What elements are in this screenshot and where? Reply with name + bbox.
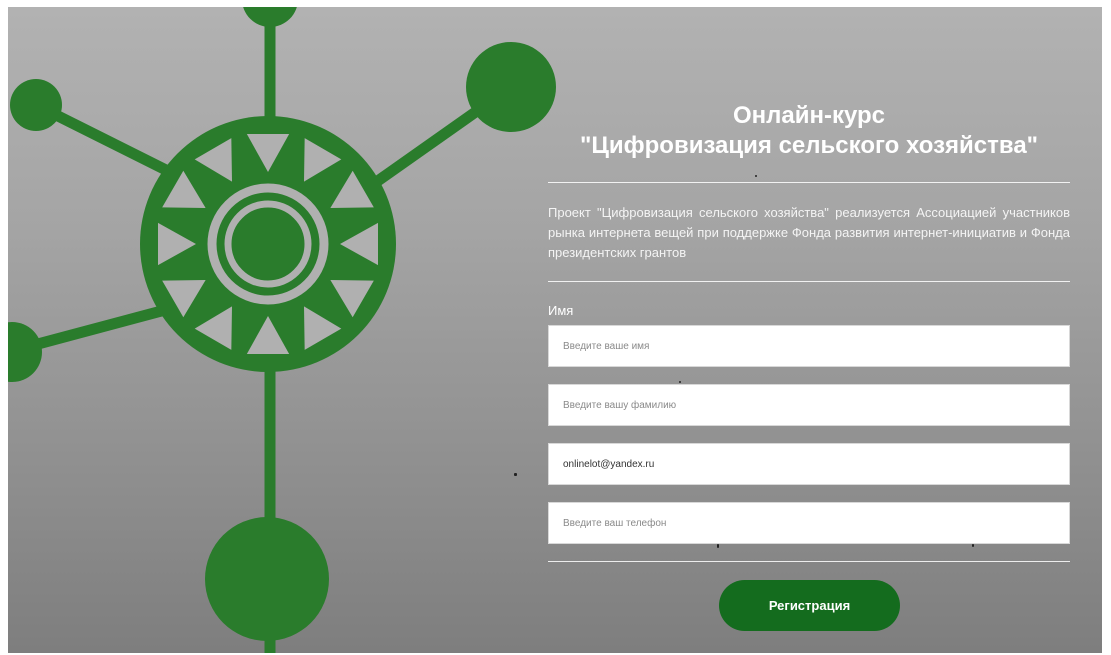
course-title-line1: Онлайн-курс — [732, 102, 886, 129]
phone-input[interactable] — [548, 502, 1070, 544]
divider — [548, 182, 1070, 183]
divider — [548, 561, 1070, 562]
dust-speck — [514, 473, 517, 476]
course-title: Онлайн-курс "Цифровизация сельского хозя… — [548, 101, 1070, 161]
name-label: Имя — [548, 303, 574, 318]
emblem-node — [205, 517, 329, 641]
email-input[interactable] — [548, 443, 1070, 485]
emblem-node — [10, 79, 62, 131]
emblem-node — [466, 42, 556, 132]
divider — [548, 281, 1070, 282]
page-background: Онлайн-курс "Цифровизация сельского хозя… — [8, 7, 1102, 653]
project-description: Проект "Цифровизация сельского хозяйства… — [548, 205, 1070, 260]
first-name-input[interactable] — [548, 325, 1070, 367]
emblem-node — [8, 322, 42, 382]
registration-panel: Онлайн-курс "Цифровизация сельского хозя… — [548, 7, 1070, 653]
emblem-node — [243, 7, 297, 27]
last-name-input[interactable] — [548, 384, 1070, 426]
course-title-line2: "Цифровизация сельского хозяйства" — [579, 132, 1039, 159]
register-button[interactable]: Регистрация — [719, 580, 900, 631]
